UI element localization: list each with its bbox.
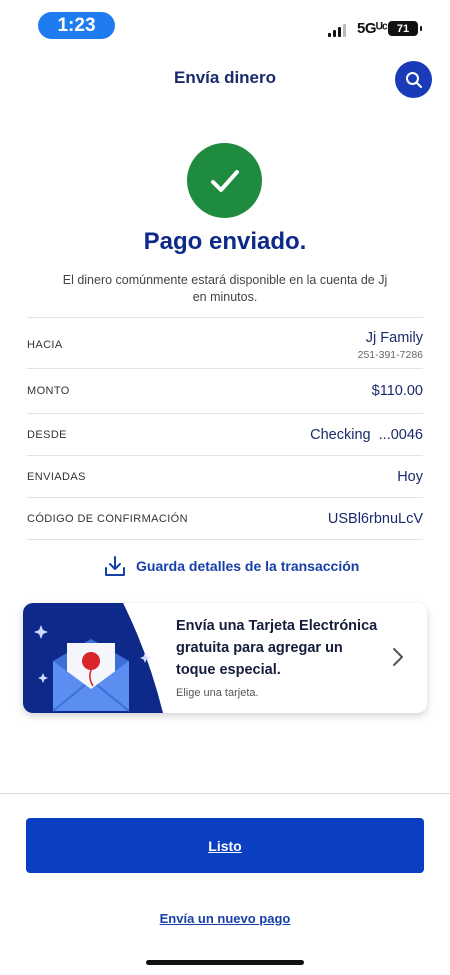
to-value: Jj Family 251-391-7286 <box>358 330 423 361</box>
page-title: Envía dinero <box>173 68 277 87</box>
ecard-title: Envía una Tarjeta Electrónica gratuita p… <box>176 618 378 678</box>
new-payment-link[interactable]: Envía un nuevo pago <box>0 911 450 926</box>
detail-row-sent: ENVIADAS Hoy <box>27 456 423 498</box>
search-icon <box>405 71 422 88</box>
download-icon <box>105 556 125 576</box>
home-indicator[interactable] <box>146 960 304 965</box>
sent-value: Hoy <box>397 468 423 485</box>
amount-label: MONTO <box>27 385 70 397</box>
sent-label: ENVIADAS <box>27 470 86 483</box>
from-value: Checking ...0046 <box>310 426 423 443</box>
confirmation-value: USBl6rbnuLcV <box>327 510 423 527</box>
transaction-details: HACIA Jj Family 251-391-7286 MONTO $110.… <box>27 317 423 540</box>
save-details-link[interactable]: Guarda detalles de la transacción <box>104 555 359 577</box>
battery-level: 71 <box>396 22 410 35</box>
search-button[interactable] <box>395 61 432 98</box>
status-bar: 1:23 5Gᵁᶜ 71 <box>0 0 450 50</box>
recipient-name: Jj Family <box>365 329 423 346</box>
detail-row-from: DESDE Checking ...0046 <box>27 414 423 456</box>
detail-row-confirmation: CÓDIGO DE CONFIRMACIÓN USBl6rbnuLcV <box>27 498 423 540</box>
ecard-promo[interactable]: Envía una Tarjeta Electrónica gratuita p… <box>23 603 427 713</box>
done-button[interactable]: Listo <box>26 818 424 873</box>
chevron-right-icon <box>393 648 403 666</box>
ecard-subtitle: Elige una tarjeta. <box>176 687 259 699</box>
success-check <box>187 143 262 218</box>
save-details-label: Guarda detalles de la transacción <box>136 558 360 574</box>
detail-row-amount: MONTO $110.00 <box>27 369 423 414</box>
success-subtitle: El dinero comúnmente estará disponible e… <box>62 273 388 304</box>
envelope-balloon-icon <box>23 603 163 713</box>
success-title: Pago enviado. <box>143 228 307 255</box>
to-label: HACIA <box>27 339 63 351</box>
check-icon <box>210 169 239 192</box>
from-label: DESDE <box>27 428 67 441</box>
cellular-signal-icon <box>328 23 346 37</box>
amount-value: $110.00 <box>371 383 423 399</box>
status-time[interactable]: 1:23 <box>38 12 115 39</box>
confirmation-label: CÓDIGO DE CONFIRMACIÓN <box>27 512 188 525</box>
battery-icon: 71 <box>388 21 422 36</box>
detail-row-to: HACIA Jj Family 251-391-7286 <box>27 318 423 369</box>
footer-divider <box>0 793 450 794</box>
recipient-phone: 251-391-7286 <box>357 348 423 361</box>
network-type: 5Gᵁᶜ <box>357 20 388 37</box>
